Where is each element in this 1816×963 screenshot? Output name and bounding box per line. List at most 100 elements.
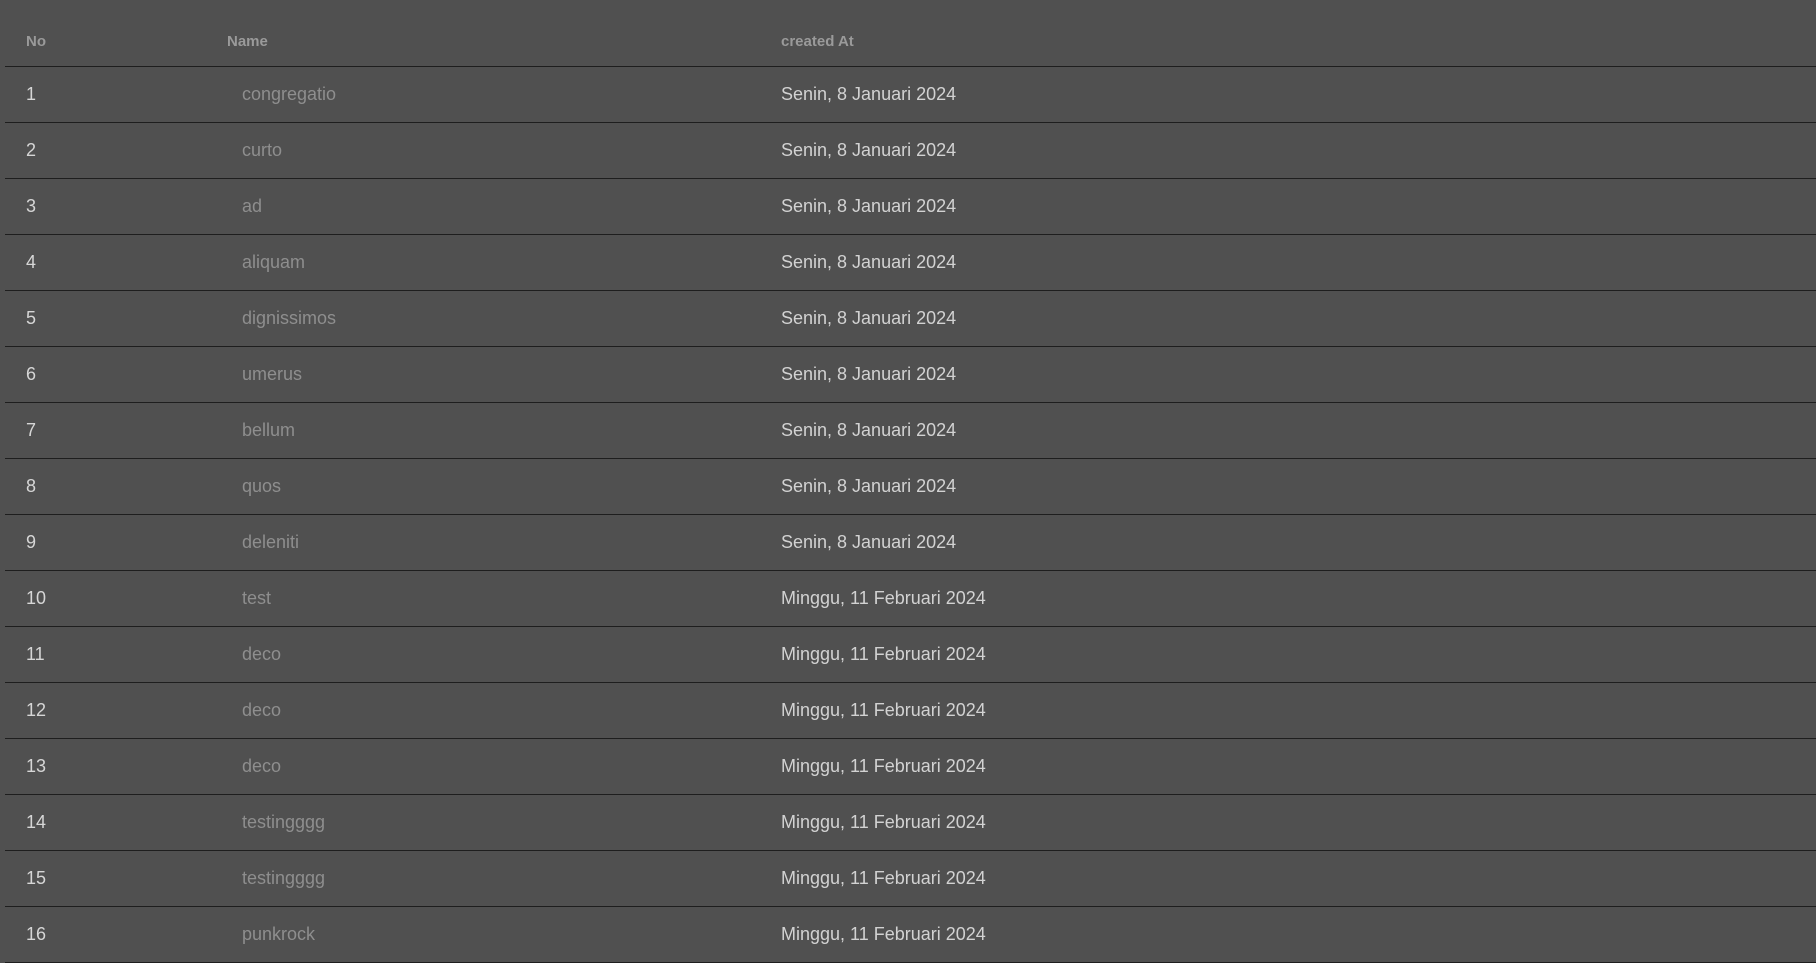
- cell-no-text: 7: [26, 420, 37, 440]
- cell-created-at: Minggu, 11 Februari 2024: [781, 644, 1816, 665]
- cell-name: deco: [227, 756, 781, 777]
- cell-name-text: ad: [242, 196, 263, 216]
- cell-no-text: 16: [26, 924, 47, 944]
- cell-no-text: 3: [26, 196, 37, 216]
- cell-name-text: deco: [242, 644, 282, 664]
- cell-created-at-text: Minggu, 11 Februari 2024: [781, 700, 986, 720]
- cell-no: 2: [5, 140, 227, 161]
- cell-name-text: dignissimos: [242, 308, 337, 328]
- cell-created-at-text: Senin, 8 Januari 2024: [781, 308, 957, 328]
- cell-created-at: Senin, 8 Januari 2024: [781, 252, 1816, 273]
- cell-name: curto: [227, 140, 781, 161]
- cell-no-text: 6: [26, 364, 37, 384]
- header-created-at[interactable]: created At: [781, 33, 1816, 66]
- cell-created-at-text: Senin, 8 Januari 2024: [781, 140, 957, 160]
- table-row[interactable]: 8 quos Senin, 8 Januari 2024: [5, 459, 1816, 515]
- cell-name-text: testingggg: [242, 812, 326, 832]
- cell-name-text: testingggg: [242, 868, 326, 888]
- table-row[interactable]: 6 umerus Senin, 8 Januari 2024: [5, 347, 1816, 403]
- table-row[interactable]: 15 testingggg Minggu, 11 Februari 2024: [5, 851, 1816, 907]
- cell-name: deco: [227, 644, 781, 665]
- cell-no-text: 13: [26, 756, 47, 776]
- cell-created-at: Senin, 8 Januari 2024: [781, 532, 1816, 553]
- cell-created-at-text: Senin, 8 Januari 2024: [781, 532, 957, 552]
- cell-name-text: deco: [242, 756, 282, 776]
- cell-created-at-text: Senin, 8 Januari 2024: [781, 364, 957, 384]
- cell-no: 1: [5, 84, 227, 105]
- table-row[interactable]: 2 curto Senin, 8 Januari 2024: [5, 123, 1816, 179]
- cell-created-at-text: Minggu, 11 Februari 2024: [781, 588, 986, 608]
- cell-created-at-text: Minggu, 11 Februari 2024: [781, 924, 986, 944]
- cell-name: testingggg: [227, 868, 781, 889]
- table-row[interactable]: 13 deco Minggu, 11 Februari 2024: [5, 739, 1816, 795]
- cell-no-text: 10: [26, 588, 47, 608]
- cell-no: 12: [5, 700, 227, 721]
- table-row[interactable]: 16 punkrock Minggu, 11 Februari 2024: [5, 907, 1816, 963]
- cell-name: ad: [227, 196, 781, 217]
- cell-name: umerus: [227, 364, 781, 385]
- cell-created-at: Minggu, 11 Februari 2024: [781, 868, 1816, 889]
- table-row[interactable]: 5 dignissimos Senin, 8 Januari 2024: [5, 291, 1816, 347]
- cell-no: 8: [5, 476, 227, 497]
- cell-no: 3: [5, 196, 227, 217]
- cell-name: deco: [227, 700, 781, 721]
- cell-created-at-text: Senin, 8 Januari 2024: [781, 420, 957, 440]
- cell-no-text: 9: [26, 532, 37, 552]
- cell-created-at-text: Senin, 8 Januari 2024: [781, 252, 957, 272]
- cell-created-at: Senin, 8 Januari 2024: [781, 420, 1816, 441]
- cell-name: deleniti: [227, 532, 781, 553]
- cell-created-at-text: Senin, 8 Januari 2024: [781, 196, 957, 216]
- cell-created-at-text: Minggu, 11 Februari 2024: [781, 644, 986, 664]
- cell-created-at: Senin, 8 Januari 2024: [781, 196, 1816, 217]
- cell-name-text: test: [242, 588, 272, 608]
- cell-no-text: 11: [26, 644, 45, 664]
- table-row[interactable]: 9 deleniti Senin, 8 Januari 2024: [5, 515, 1816, 571]
- header-name[interactable]: Name: [227, 33, 781, 66]
- cell-name: aliquam: [227, 252, 781, 273]
- header-no[interactable]: No: [5, 33, 227, 66]
- cell-name-text: congregatio: [242, 84, 337, 104]
- cell-no: 7: [5, 420, 227, 441]
- cell-no-text: 15: [26, 868, 47, 888]
- cell-name: test: [227, 588, 781, 609]
- cell-name: dignissimos: [227, 308, 781, 329]
- cell-name-text: umerus: [242, 364, 303, 384]
- cell-name: testingggg: [227, 812, 781, 833]
- cell-no: 11: [5, 644, 227, 665]
- cell-no: 6: [5, 364, 227, 385]
- cell-name-text: bellum: [242, 420, 296, 440]
- cell-created-at: Minggu, 11 Februari 2024: [781, 812, 1816, 833]
- cell-name: bellum: [227, 420, 781, 441]
- table-body: 1 congregatio Senin, 8 Januari 2024 2 curto S…: [5, 67, 1816, 963]
- cell-no: 13: [5, 756, 227, 777]
- data-table: No Name created At 1 congregatio Senin, 8 …: [5, 0, 1816, 963]
- cell-no-text: 12: [26, 700, 47, 720]
- cell-created-at: Senin, 8 Januari 2024: [781, 84, 1816, 105]
- table-row[interactable]: 14 testingggg Minggu, 11 Februari 2024: [5, 795, 1816, 851]
- cell-no: 9: [5, 532, 227, 553]
- cell-created-at-text: Minggu, 11 Februari 2024: [781, 756, 986, 776]
- cell-name-text: deco: [242, 700, 282, 720]
- cell-created-at: Minggu, 11 Februari 2024: [781, 700, 1816, 721]
- table-row[interactable]: 4 aliquam Senin, 8 Januari 2024: [5, 235, 1816, 291]
- cell-no-text: 14: [26, 812, 47, 832]
- cell-created-at: Minggu, 11 Februari 2024: [781, 924, 1816, 945]
- cell-no-text: 1: [26, 84, 37, 104]
- cell-no: 14: [5, 812, 227, 833]
- cell-created-at: Senin, 8 Januari 2024: [781, 364, 1816, 385]
- cell-no-text: 5: [26, 308, 37, 328]
- cell-name: quos: [227, 476, 781, 497]
- cell-name: punkrock: [227, 924, 781, 945]
- table-row[interactable]: 12 deco Minggu, 11 Februari 2024: [5, 683, 1816, 739]
- cell-created-at-text: Senin, 8 Januari 2024: [781, 476, 957, 496]
- cell-created-at: Minggu, 11 Februari 2024: [781, 588, 1816, 609]
- table-row[interactable]: 10 test Minggu, 11 Februari 2024: [5, 571, 1816, 627]
- cell-name-text: punkrock: [242, 924, 316, 944]
- table-row[interactable]: 1 congregatio Senin, 8 Januari 2024: [5, 67, 1816, 123]
- cell-no: 16: [5, 924, 227, 945]
- table-row[interactable]: 7 bellum Senin, 8 Januari 2024: [5, 403, 1816, 459]
- cell-name-text: quos: [242, 476, 282, 496]
- table-row[interactable]: 3 ad Senin, 8 Januari 2024: [5, 179, 1816, 235]
- table-row[interactable]: 11 deco Minggu, 11 Februari 2024: [5, 627, 1816, 683]
- cell-created-at: Minggu, 11 Februari 2024: [781, 756, 1816, 777]
